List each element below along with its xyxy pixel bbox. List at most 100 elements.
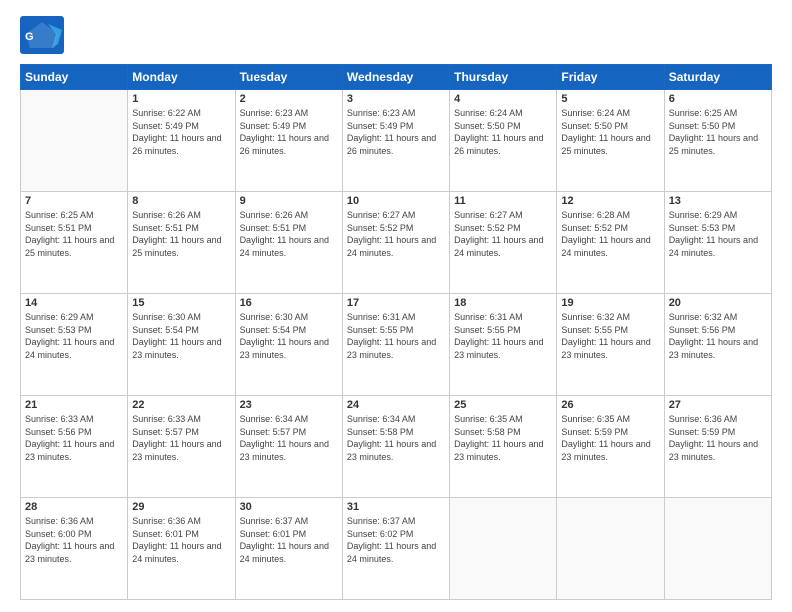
table-row: 31 Sunrise: 6:37 AMSunset: 6:02 PMDaylig… bbox=[342, 498, 449, 600]
col-wednesday: Wednesday bbox=[342, 65, 449, 90]
table-row: 20 Sunrise: 6:32 AMSunset: 5:56 PMDaylig… bbox=[664, 294, 771, 396]
day-number: 21 bbox=[25, 399, 123, 411]
table-row: 10 Sunrise: 6:27 AMSunset: 5:52 PMDaylig… bbox=[342, 192, 449, 294]
day-info: Sunrise: 6:29 AMSunset: 5:53 PMDaylight:… bbox=[25, 312, 114, 360]
day-info: Sunrise: 6:27 AMSunset: 5:52 PMDaylight:… bbox=[454, 210, 543, 258]
calendar-week-row: 14 Sunrise: 6:29 AMSunset: 5:53 PMDaylig… bbox=[21, 294, 772, 396]
table-row: 8 Sunrise: 6:26 AMSunset: 5:51 PMDayligh… bbox=[128, 192, 235, 294]
svg-text:G: G bbox=[25, 31, 34, 43]
header: G bbox=[20, 16, 772, 54]
day-number: 30 bbox=[240, 501, 338, 513]
col-sunday: Sunday bbox=[21, 65, 128, 90]
table-row: 11 Sunrise: 6:27 AMSunset: 5:52 PMDaylig… bbox=[450, 192, 557, 294]
calendar-week-row: 21 Sunrise: 6:33 AMSunset: 5:56 PMDaylig… bbox=[21, 396, 772, 498]
table-row: 22 Sunrise: 6:33 AMSunset: 5:57 PMDaylig… bbox=[128, 396, 235, 498]
day-info: Sunrise: 6:26 AMSunset: 5:51 PMDaylight:… bbox=[132, 210, 221, 258]
day-number: 15 bbox=[132, 297, 230, 309]
day-number: 23 bbox=[240, 399, 338, 411]
page: G Sunday Monday Tuesday Wednesday Thursd… bbox=[0, 0, 792, 612]
day-info: Sunrise: 6:25 AMSunset: 5:50 PMDaylight:… bbox=[669, 108, 758, 156]
day-number: 12 bbox=[561, 195, 659, 207]
calendar-header-row: Sunday Monday Tuesday Wednesday Thursday… bbox=[21, 65, 772, 90]
logo-icon: G bbox=[20, 16, 64, 54]
calendar: Sunday Monday Tuesday Wednesday Thursday… bbox=[20, 64, 772, 600]
table-row: 2 Sunrise: 6:23 AMSunset: 5:49 PMDayligh… bbox=[235, 90, 342, 192]
day-info: Sunrise: 6:28 AMSunset: 5:52 PMDaylight:… bbox=[561, 210, 650, 258]
day-info: Sunrise: 6:31 AMSunset: 5:55 PMDaylight:… bbox=[454, 312, 543, 360]
calendar-week-row: 28 Sunrise: 6:36 AMSunset: 6:00 PMDaylig… bbox=[21, 498, 772, 600]
day-number: 24 bbox=[347, 399, 445, 411]
day-info: Sunrise: 6:31 AMSunset: 5:55 PMDaylight:… bbox=[347, 312, 436, 360]
table-row: 13 Sunrise: 6:29 AMSunset: 5:53 PMDaylig… bbox=[664, 192, 771, 294]
table-row: 28 Sunrise: 6:36 AMSunset: 6:00 PMDaylig… bbox=[21, 498, 128, 600]
day-number: 27 bbox=[669, 399, 767, 411]
day-info: Sunrise: 6:32 AMSunset: 5:56 PMDaylight:… bbox=[669, 312, 758, 360]
day-info: Sunrise: 6:24 AMSunset: 5:50 PMDaylight:… bbox=[454, 108, 543, 156]
day-number: 16 bbox=[240, 297, 338, 309]
day-number: 22 bbox=[132, 399, 230, 411]
table-row: 3 Sunrise: 6:23 AMSunset: 5:49 PMDayligh… bbox=[342, 90, 449, 192]
table-row: 5 Sunrise: 6:24 AMSunset: 5:50 PMDayligh… bbox=[557, 90, 664, 192]
day-info: Sunrise: 6:23 AMSunset: 5:49 PMDaylight:… bbox=[240, 108, 329, 156]
calendar-week-row: 7 Sunrise: 6:25 AMSunset: 5:51 PMDayligh… bbox=[21, 192, 772, 294]
day-number: 10 bbox=[347, 195, 445, 207]
table-row: 17 Sunrise: 6:31 AMSunset: 5:55 PMDaylig… bbox=[342, 294, 449, 396]
table-row: 24 Sunrise: 6:34 AMSunset: 5:58 PMDaylig… bbox=[342, 396, 449, 498]
table-row: 15 Sunrise: 6:30 AMSunset: 5:54 PMDaylig… bbox=[128, 294, 235, 396]
day-info: Sunrise: 6:29 AMSunset: 5:53 PMDaylight:… bbox=[669, 210, 758, 258]
day-number: 3 bbox=[347, 93, 445, 105]
day-info: Sunrise: 6:24 AMSunset: 5:50 PMDaylight:… bbox=[561, 108, 650, 156]
table-row: 12 Sunrise: 6:28 AMSunset: 5:52 PMDaylig… bbox=[557, 192, 664, 294]
day-info: Sunrise: 6:30 AMSunset: 5:54 PMDaylight:… bbox=[132, 312, 221, 360]
table-row: 21 Sunrise: 6:33 AMSunset: 5:56 PMDaylig… bbox=[21, 396, 128, 498]
day-number: 20 bbox=[669, 297, 767, 309]
table-row: 9 Sunrise: 6:26 AMSunset: 5:51 PMDayligh… bbox=[235, 192, 342, 294]
table-row: 6 Sunrise: 6:25 AMSunset: 5:50 PMDayligh… bbox=[664, 90, 771, 192]
day-number: 11 bbox=[454, 195, 552, 207]
day-info: Sunrise: 6:36 AMSunset: 6:00 PMDaylight:… bbox=[25, 516, 114, 564]
day-info: Sunrise: 6:33 AMSunset: 5:57 PMDaylight:… bbox=[132, 414, 221, 462]
day-info: Sunrise: 6:35 AMSunset: 5:58 PMDaylight:… bbox=[454, 414, 543, 462]
day-info: Sunrise: 6:23 AMSunset: 5:49 PMDaylight:… bbox=[347, 108, 436, 156]
col-saturday: Saturday bbox=[664, 65, 771, 90]
col-friday: Friday bbox=[557, 65, 664, 90]
table-row: 27 Sunrise: 6:36 AMSunset: 5:59 PMDaylig… bbox=[664, 396, 771, 498]
day-info: Sunrise: 6:37 AMSunset: 6:02 PMDaylight:… bbox=[347, 516, 436, 564]
table-row bbox=[557, 498, 664, 600]
day-number: 28 bbox=[25, 501, 123, 513]
day-info: Sunrise: 6:25 AMSunset: 5:51 PMDaylight:… bbox=[25, 210, 114, 258]
logo: G bbox=[20, 16, 70, 54]
day-number: 6 bbox=[669, 93, 767, 105]
day-info: Sunrise: 6:22 AMSunset: 5:49 PMDaylight:… bbox=[132, 108, 221, 156]
table-row: 14 Sunrise: 6:29 AMSunset: 5:53 PMDaylig… bbox=[21, 294, 128, 396]
day-number: 25 bbox=[454, 399, 552, 411]
table-row: 30 Sunrise: 6:37 AMSunset: 6:01 PMDaylig… bbox=[235, 498, 342, 600]
table-row: 18 Sunrise: 6:31 AMSunset: 5:55 PMDaylig… bbox=[450, 294, 557, 396]
day-number: 29 bbox=[132, 501, 230, 513]
col-thursday: Thursday bbox=[450, 65, 557, 90]
day-number: 7 bbox=[25, 195, 123, 207]
table-row: 7 Sunrise: 6:25 AMSunset: 5:51 PMDayligh… bbox=[21, 192, 128, 294]
day-number: 18 bbox=[454, 297, 552, 309]
table-row: 1 Sunrise: 6:22 AMSunset: 5:49 PMDayligh… bbox=[128, 90, 235, 192]
table-row bbox=[21, 90, 128, 192]
table-row bbox=[450, 498, 557, 600]
day-info: Sunrise: 6:34 AMSunset: 5:57 PMDaylight:… bbox=[240, 414, 329, 462]
col-tuesday: Tuesday bbox=[235, 65, 342, 90]
table-row bbox=[664, 498, 771, 600]
day-number: 4 bbox=[454, 93, 552, 105]
day-number: 5 bbox=[561, 93, 659, 105]
day-info: Sunrise: 6:30 AMSunset: 5:54 PMDaylight:… bbox=[240, 312, 329, 360]
table-row: 23 Sunrise: 6:34 AMSunset: 5:57 PMDaylig… bbox=[235, 396, 342, 498]
day-number: 2 bbox=[240, 93, 338, 105]
table-row: 16 Sunrise: 6:30 AMSunset: 5:54 PMDaylig… bbox=[235, 294, 342, 396]
day-info: Sunrise: 6:26 AMSunset: 5:51 PMDaylight:… bbox=[240, 210, 329, 258]
table-row: 19 Sunrise: 6:32 AMSunset: 5:55 PMDaylig… bbox=[557, 294, 664, 396]
col-monday: Monday bbox=[128, 65, 235, 90]
day-info: Sunrise: 6:34 AMSunset: 5:58 PMDaylight:… bbox=[347, 414, 436, 462]
day-info: Sunrise: 6:36 AMSunset: 5:59 PMDaylight:… bbox=[669, 414, 758, 462]
day-number: 14 bbox=[25, 297, 123, 309]
day-info: Sunrise: 6:32 AMSunset: 5:55 PMDaylight:… bbox=[561, 312, 650, 360]
day-number: 9 bbox=[240, 195, 338, 207]
day-info: Sunrise: 6:36 AMSunset: 6:01 PMDaylight:… bbox=[132, 516, 221, 564]
